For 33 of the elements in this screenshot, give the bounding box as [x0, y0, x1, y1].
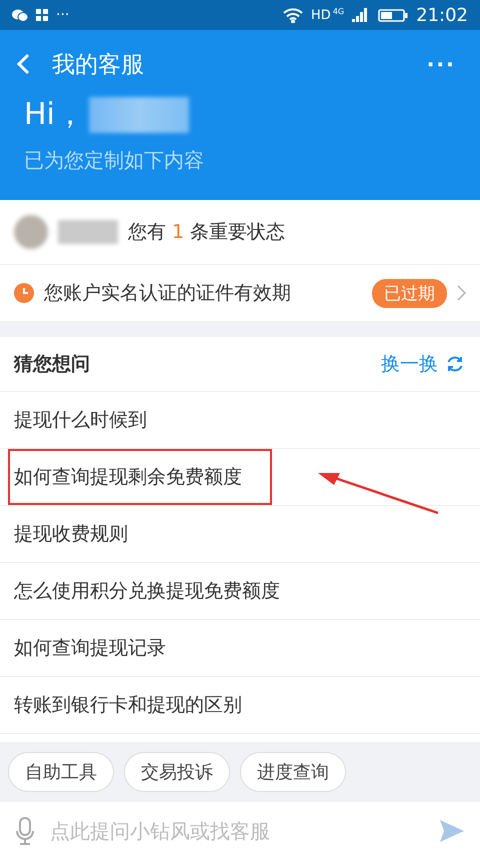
chat-icon — [12, 8, 28, 22]
quick-chip[interactable]: 进度查询 — [240, 752, 346, 792]
apps-icon — [36, 9, 48, 21]
page-title: 我的客服 — [52, 50, 145, 80]
chevron-right-icon[interactable] — [457, 285, 466, 301]
question-item[interactable]: 提现什么时候到 — [14, 399, 175, 441]
greeting: Hi， — [24, 96, 85, 134]
question-item[interactable]: 怎么使用积分兑换提现免费额度 — [14, 570, 308, 612]
highlighted-question[interactable]: 如何查询提现剩余免费额度 — [10, 451, 270, 503]
network-generation: 4G — [332, 7, 344, 16]
refresh-icon[interactable] — [446, 355, 464, 373]
question-item[interactable]: 如何查询提现记录 — [14, 627, 194, 669]
microphone-icon[interactable] — [16, 817, 34, 845]
section-title: 猜您想问 — [14, 352, 91, 377]
subtitle: 已为您定制如下内容 — [24, 147, 205, 174]
quick-chip[interactable]: 自助工具 — [8, 752, 114, 792]
send-icon[interactable] — [440, 820, 464, 842]
question-input-field[interactable]: 点此提问小钻风或找客服 — [48, 818, 426, 844]
network-type: HD — [311, 8, 331, 22]
expired-badge: 已过期 — [372, 278, 447, 308]
quick-chip[interactable]: 交易投诉 — [124, 752, 230, 792]
clock-time: 21:02 — [416, 4, 468, 26]
back-icon[interactable] — [16, 53, 30, 75]
blurred-name — [58, 220, 118, 244]
status-summary[interactable]: 您有 1 条重要状态 — [128, 219, 286, 245]
question-item[interactable]: 提现收费规则 — [14, 513, 156, 555]
more-notifications: ··· — [56, 7, 70, 23]
question-item[interactable]: 转账到银行卡和提现的区别 — [14, 684, 270, 726]
battery-icon — [378, 8, 408, 22]
notice-text[interactable]: 您账户实名认证的证件有效期 — [44, 280, 362, 306]
avatar-placeholder — [14, 215, 48, 249]
clock-icon — [14, 283, 34, 303]
wifi-icon — [283, 8, 304, 22]
